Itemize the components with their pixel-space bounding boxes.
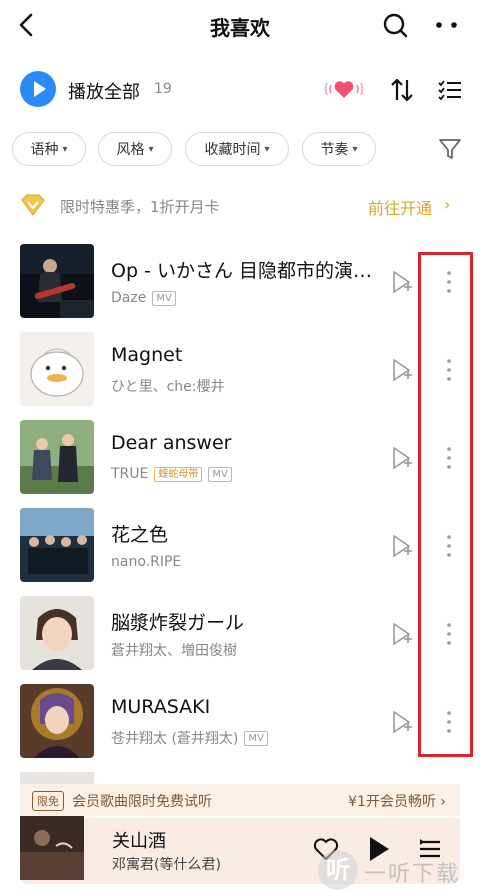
- song-count: 19: [154, 81, 172, 97]
- watermark: 听 一听下载: [318, 850, 480, 890]
- mv-badge[interactable]: MV: [152, 290, 176, 306]
- now-playing-artist: 邓寓君(等什么君): [112, 857, 221, 873]
- play-icon: [34, 81, 46, 97]
- filter-chip-label: 语种: [30, 142, 59, 158]
- song-row[interactable]: Dear answer TRUE 蝰蛇母带 MV: [0, 420, 480, 498]
- song-title: 脳漿炸裂ガール: [111, 612, 245, 634]
- play-all-row: 播放全部 19: [0, 68, 480, 112]
- song-title: 花之色: [111, 524, 169, 546]
- trial-text: 会员歌曲限时免费试听: [72, 794, 212, 810]
- now-playing-title: 关山酒: [112, 831, 166, 852]
- watermark-text: 一听下载: [364, 862, 461, 887]
- mv-badge[interactable]: MV: [208, 466, 232, 482]
- album-cover: [20, 244, 94, 318]
- song-title: MURASAKI: [111, 696, 211, 718]
- song-artist: 苍井翔太 (蒼井翔太): [111, 731, 239, 747]
- song-row[interactable]: MURASAKI 苍井翔太 (蒼井翔太) MV: [0, 684, 480, 762]
- free-limited-badge: 限免: [32, 791, 64, 811]
- song-meta: Daze MV: [111, 288, 176, 308]
- song-artist: Daze: [111, 290, 147, 306]
- album-cover: [20, 684, 94, 758]
- more-options-icon[interactable]: [430, 10, 464, 40]
- search-icon[interactable]: [380, 10, 410, 40]
- song-row[interactable]: 脳漿炸裂ガール 蒼井翔太、増田俊樹: [0, 596, 480, 674]
- mv-badge[interactable]: MV: [244, 730, 268, 746]
- promo-link[interactable]: 前往开通: [368, 195, 432, 219]
- filter-chip-language[interactable]: 语种 ▾: [12, 132, 86, 166]
- song-meta: 苍井翔太 (蒼井翔太) MV: [111, 728, 268, 748]
- now-playing-cover[interactable]: [20, 816, 84, 880]
- top-bar: 我喜欢: [0, 0, 480, 52]
- multi-select-icon[interactable]: [436, 76, 464, 104]
- filter-chip-label: 风格: [116, 142, 145, 158]
- album-cover: [20, 508, 94, 582]
- sort-icon[interactable]: [388, 76, 416, 104]
- vip-trial-banner[interactable]: 限免 会员歌曲限时免费试听 ¥1开会员畅听 ›: [20, 784, 460, 816]
- filter-chip-style[interactable]: 风格 ▾: [98, 132, 172, 166]
- filter-bar: 语种 ▾ 风格 ▾ 收藏时间 ▾ 节奏 ▾: [0, 132, 480, 166]
- album-cover: [20, 596, 94, 670]
- song-row[interactable]: Op - いかさん 目隐都市的演绎者 Daze MV: [0, 244, 480, 322]
- song-row[interactable]: 花之色 nano.RIPE: [0, 508, 480, 586]
- song-title: Magnet: [111, 344, 183, 366]
- song-artist: ひと里、che:櫻井: [111, 379, 225, 395]
- song-artist: TRUE: [111, 466, 149, 482]
- filter-chip-tempo[interactable]: 节奏 ▾: [302, 132, 376, 166]
- viper-master-badge: 蝰蛇母带: [154, 466, 203, 482]
- chevron-right-icon: ›: [444, 195, 451, 214]
- song-artist: nano.RIPE: [111, 554, 182, 570]
- play-next-icon[interactable]: [388, 269, 414, 295]
- play-all-button[interactable]: [20, 71, 56, 107]
- song-meta: ひと里、che:櫻井: [111, 376, 224, 396]
- song-meta: TRUE 蝰蛇母带 MV: [111, 464, 232, 484]
- promo-text: 限时特惠季，1折开月卡: [60, 198, 220, 216]
- chevron-down-icon: ▾: [62, 143, 68, 155]
- annotation-highlight-box: [418, 252, 473, 757]
- play-next-icon[interactable]: [388, 621, 414, 647]
- song-title: Dear answer: [111, 432, 232, 454]
- filter-chip-collect-time[interactable]: 收藏时间 ▾: [185, 132, 289, 166]
- chevron-down-icon: ▾: [264, 143, 270, 155]
- song-meta: nano.RIPE: [111, 552, 181, 572]
- play-next-icon[interactable]: [388, 709, 414, 735]
- filter-chip-label: 节奏: [320, 142, 349, 158]
- album-cover: [20, 420, 94, 494]
- vip-diamond-icon: [21, 194, 45, 216]
- song-title: Op - いかさん 目隐都市的演绎者: [111, 260, 387, 282]
- play-all-label[interactable]: 播放全部: [68, 78, 140, 104]
- play-next-icon[interactable]: [388, 533, 414, 559]
- chevron-down-icon: ▾: [148, 143, 154, 155]
- vip-promo-banner[interactable]: 限时特惠季，1折开月卡 前往开通 ›: [0, 190, 480, 222]
- heart-mode-icon[interactable]: [322, 74, 366, 104]
- song-meta: 蒼井翔太、増田俊樹: [111, 640, 237, 660]
- watermark-logo: 听: [318, 850, 358, 890]
- play-next-icon[interactable]: [388, 445, 414, 471]
- trial-cta[interactable]: ¥1开会员畅听 ›: [348, 791, 446, 811]
- filter-chip-label: 收藏时间: [204, 142, 261, 158]
- play-next-icon[interactable]: [388, 357, 414, 383]
- song-row[interactable]: Magnet ひと里、che:櫻井: [0, 332, 480, 410]
- filter-funnel-icon[interactable]: [436, 135, 464, 163]
- song-artist: 蒼井翔太、増田俊樹: [111, 643, 237, 659]
- album-cover: [20, 332, 94, 406]
- chevron-down-icon: ▾: [352, 143, 358, 155]
